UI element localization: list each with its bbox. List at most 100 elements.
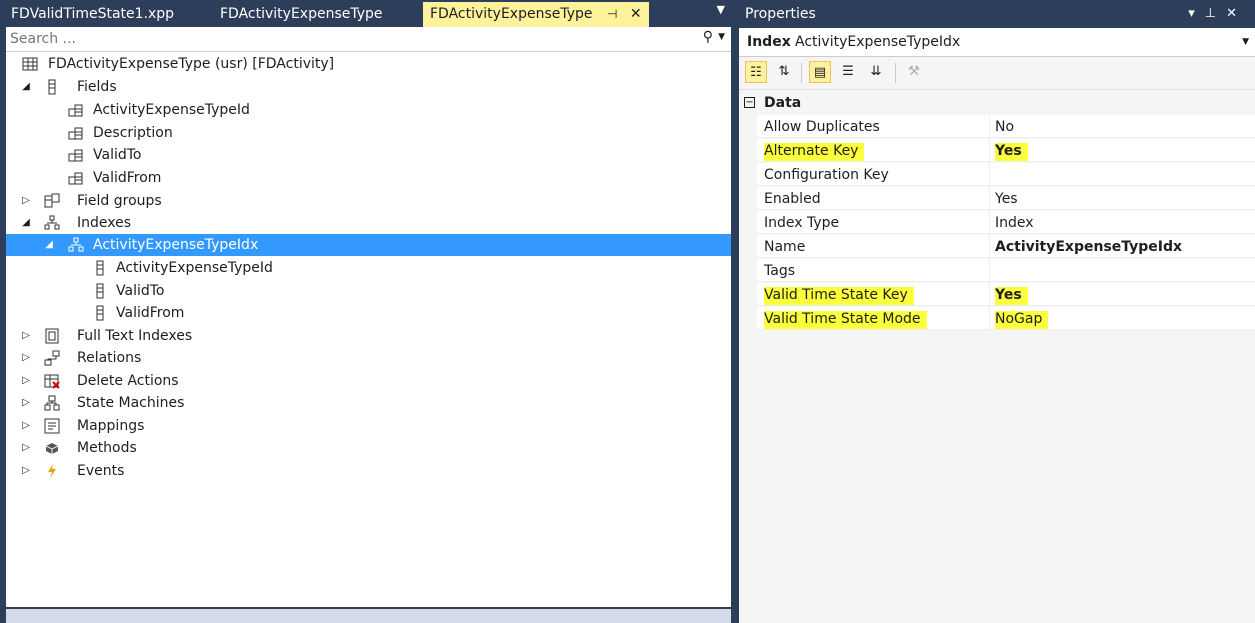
property-row-valid-time-state-key[interactable]: Valid Time State Key Yes xyxy=(739,283,1255,307)
field-icon xyxy=(68,149,83,162)
tree-node-label: Events xyxy=(77,463,125,479)
property-row-valid-time-state-mode[interactable]: Valid Time State Mode NoGap xyxy=(739,307,1255,331)
tree-node-label: ActivityExpenseTypeIdx xyxy=(93,237,259,253)
tree-node-label: ActivityExpenseTypeId xyxy=(116,260,273,276)
properties-title: Properties xyxy=(745,6,816,22)
property-row-enabled[interactable]: Enabled Yes xyxy=(739,187,1255,211)
tree-node-label: Full Text Indexes xyxy=(77,328,193,344)
indexes-icon xyxy=(44,215,60,230)
categorized-icon[interactable]: ☷ xyxy=(745,61,767,83)
index-field-icon xyxy=(96,283,104,299)
pin-icon[interactable]: ⊣ xyxy=(607,2,617,27)
close-icon[interactable]: ✕ xyxy=(1226,6,1247,21)
property-row-name[interactable]: Name ActivityExpenseTypeIdx xyxy=(739,235,1255,259)
search-bar: ⚲ ▼ xyxy=(6,27,731,52)
expand-icon[interactable]: ▷ xyxy=(20,325,32,347)
highlight-mark: NoGap xyxy=(995,311,1049,329)
category-label: Data xyxy=(764,95,802,111)
full-text-index-icon xyxy=(45,328,59,344)
expand-icon[interactable]: ▷ xyxy=(20,392,32,414)
index-field-icon xyxy=(96,260,104,276)
field-icon xyxy=(68,104,83,117)
search-icon[interactable]: ⚲ xyxy=(703,29,713,45)
chevron-down-icon[interactable]: ▼ xyxy=(1242,28,1249,56)
collapse-icon[interactable]: ◢ xyxy=(43,234,55,256)
property-row-alternate-key[interactable]: Alternate Key Yes xyxy=(739,139,1255,163)
tab-fdactivityexpensetype[interactable]: FDActivityExpenseType xyxy=(213,2,390,27)
tree-node-label: Delete Actions xyxy=(77,373,179,389)
tree-node-label: Methods xyxy=(77,440,137,456)
properties-view-icon[interactable]: ▤ xyxy=(809,61,831,83)
property-row-configuration-key[interactable]: Configuration Key xyxy=(739,163,1255,187)
properties-title-bar: Properties ▾⊥✕ xyxy=(739,0,1255,28)
highlight-mark: Alternate Key xyxy=(764,143,865,161)
tree-root-label: FDActivityExpenseType (usr) [FDActivity] xyxy=(48,56,335,72)
collapse-icon[interactable]: ◢ xyxy=(20,76,32,98)
document-tab-bar: FDValidTimeState1.xpp FDActivityExpenseT… xyxy=(0,0,733,27)
highlight-mark: Yes xyxy=(995,143,1028,161)
index-icon xyxy=(68,237,84,252)
tree-node-label: ValidTo xyxy=(116,283,165,299)
highlight-mark: Yes xyxy=(995,287,1028,305)
index-field-icon xyxy=(96,305,104,321)
tab-fdactivityexpensetype-active[interactable]: FDActivityExpenseType ⊣ ✕ xyxy=(423,2,649,27)
property-value[interactable]: Index xyxy=(990,211,1255,234)
property-name: Configuration Key xyxy=(757,163,990,186)
tree-node-label: ValidTo xyxy=(93,147,142,163)
expand-icon[interactable]: ▷ xyxy=(20,415,32,437)
property-value[interactable] xyxy=(990,163,1255,186)
tree-node-label: ValidFrom xyxy=(116,305,185,321)
tab-overflow-icon[interactable]: ▼ xyxy=(717,3,725,16)
object-name: ActivityExpenseTypeIdx xyxy=(795,34,961,50)
alphabetical-icon[interactable]: ⇅ xyxy=(773,61,795,83)
wrench-icon[interactable]: ⚒ xyxy=(903,61,925,83)
expand-icon[interactable]: ▷ xyxy=(20,370,32,392)
property-value[interactable]: ActivityExpenseTypeIdx xyxy=(990,235,1255,258)
collapse-icon[interactable]: ◢ xyxy=(20,212,32,234)
property-name: Allow Duplicates xyxy=(757,115,990,138)
property-value[interactable]: Yes xyxy=(990,283,1255,306)
property-name: Enabled xyxy=(757,187,990,210)
expand-icon[interactable]: ▷ xyxy=(20,190,32,212)
collapse-box-icon[interactable]: − xyxy=(744,97,755,108)
toolbar-separator xyxy=(895,63,896,83)
tree-node-label: Description xyxy=(93,125,173,141)
property-row-index-type[interactable]: Index Type Index xyxy=(739,211,1255,235)
property-name: Index Type xyxy=(757,211,990,234)
window-menu-icon[interactable]: ▾ xyxy=(1188,6,1205,21)
highlight-mark: Valid Time State Key xyxy=(764,287,914,305)
tab-label: FDValidTimeState1.xpp xyxy=(11,6,175,22)
horizontal-scrollbar[interactable] xyxy=(6,609,731,623)
tab-fdvalidtimestate1[interactable]: FDValidTimeState1.xpp xyxy=(4,2,181,27)
expand-icon[interactable]: ▷ xyxy=(20,347,32,369)
property-value[interactable]: No xyxy=(990,115,1255,138)
tree-node-selected-index[interactable]: ◢ ActivityExpenseTypeIdx xyxy=(6,234,731,256)
property-row-allow-duplicates[interactable]: Allow Duplicates No xyxy=(739,115,1255,139)
delete-actions-icon xyxy=(44,374,60,389)
chevron-down-icon[interactable]: ▼ xyxy=(718,32,725,42)
mappings-icon xyxy=(44,418,60,434)
search-input[interactable] xyxy=(8,28,672,50)
sort-icon[interactable]: ☰ xyxy=(837,61,859,83)
tree-node-label: Relations xyxy=(77,350,142,366)
object-selector[interactable]: Index ActivityExpenseTypeIdx ▼ xyxy=(739,28,1255,57)
property-value[interactable]: Yes xyxy=(990,187,1255,210)
property-value[interactable]: Yes xyxy=(990,139,1255,162)
properties-window: Properties ▾⊥✕ Index ActivityExpenseType… xyxy=(739,0,1255,623)
property-value[interactable]: NoGap xyxy=(990,307,1255,330)
expand-icon[interactable]: ▷ xyxy=(20,437,32,459)
field-icon xyxy=(68,127,83,140)
field-icon xyxy=(68,172,83,185)
state-machines-icon xyxy=(44,395,60,411)
category-data[interactable]: − Data xyxy=(739,91,1255,115)
methods-icon xyxy=(45,443,59,454)
expand-icon[interactable]: ▷ xyxy=(20,460,32,482)
toolbar-separator xyxy=(801,63,802,83)
element-tree-panel: ⚲ ▼ FDActivityExpenseType (usr) [FDActiv… xyxy=(6,27,731,607)
close-icon[interactable]: ✕ xyxy=(630,2,642,27)
property-value[interactable] xyxy=(990,259,1255,282)
tree-node-label: Fields xyxy=(77,79,117,95)
pin-icon[interactable]: ⊥ xyxy=(1205,6,1226,21)
property-row-tags[interactable]: Tags xyxy=(739,259,1255,283)
filter-icon[interactable]: ⇊ xyxy=(865,61,887,83)
